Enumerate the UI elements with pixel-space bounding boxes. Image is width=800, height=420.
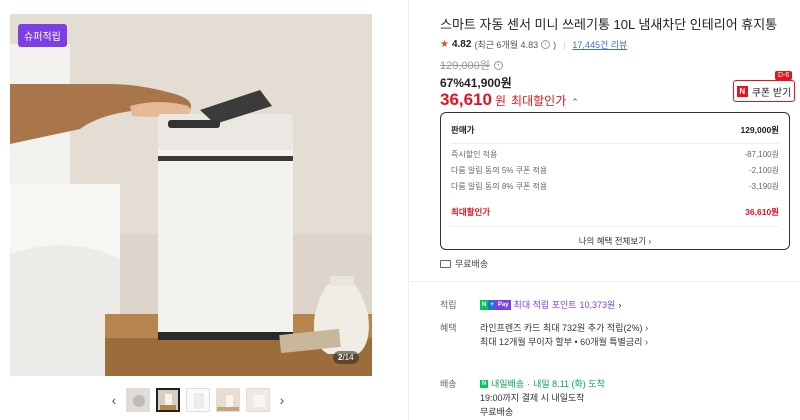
naver-n-icon: N [480, 379, 488, 388]
thumbnail-1[interactable] [126, 388, 150, 412]
free-shipping-label: 무료배송 [455, 259, 489, 269]
original-price: 129,000원 [440, 60, 490, 72]
thumbnail-3-image [187, 389, 209, 411]
review-count-link[interactable]: 17,445건 리뷰 [572, 38, 627, 51]
best-price-label: 최대할인가 [511, 94, 567, 108]
best-price-summary-label: 최대할인가 [451, 207, 491, 217]
info-icon[interactable]: i [541, 40, 551, 49]
best-price: 36,610 [440, 90, 492, 109]
best-price-summary-value: 36,610원 [745, 207, 779, 217]
delivery-fee: 무료배송 [480, 407, 514, 417]
super-point-badge: 슈퍼적립 [18, 24, 67, 47]
points-text: 최대 적립 포인트 [513, 300, 577, 310]
card-benefit-text: 라인프렌즈 카드 최대 732원 추가 적립(2%) [480, 323, 643, 333]
delivery-arrival: 내일 8.11 (화) 도착 [533, 379, 605, 389]
installment-benefit-line[interactable]: 최대 12개월 무이자 할부 • 60개월 특별금리 › [480, 335, 648, 348]
discount-price: 41,900원 [464, 76, 512, 90]
product-photo [10, 14, 372, 376]
truck-icon [440, 259, 451, 268]
thumbnail-4-image [217, 389, 239, 411]
thumbnail-5-image [247, 389, 269, 411]
discount-line-value: -2,100원 [748, 165, 779, 175]
discount-line-value: -3,190원 [748, 181, 779, 191]
section-divider [410, 281, 800, 282]
thumbnail-2-image [158, 390, 178, 410]
delivery-cutoff: 19:00까지 결제 시 내일도착 [480, 393, 585, 403]
points-row[interactable]: N + Pay 최대 적립 포인트 10,373원 › [480, 298, 621, 311]
pay-icon: Pay [495, 299, 511, 310]
rating-score: 4.82 [451, 39, 472, 50]
star-icon: ★ [440, 39, 449, 50]
discount-line-value: -87,100원 [744, 149, 780, 159]
separator: | [563, 39, 566, 50]
product-main-image[interactable] [10, 14, 372, 376]
naver-pay-badge-icon: N + Pay [480, 299, 511, 310]
points-label: 적립 [440, 300, 457, 310]
coupon-label: 쿠폰 받기 [751, 87, 792, 99]
card-benefit-line[interactable]: 라인프렌즈 카드 최대 732원 추가 적립(2%) › [480, 321, 648, 334]
chevron-up-icon: ⌃ [571, 97, 579, 107]
coupon-button[interactable]: N 쿠폰 받기 [733, 80, 795, 102]
chevron-right-icon: › [644, 337, 649, 348]
rating-detail: (최근 6개월 4.83 [474, 40, 539, 50]
sale-price-value: 129,000원 [740, 125, 779, 135]
thumbnail-5[interactable] [246, 388, 270, 412]
points-amount: 10,373원 [579, 300, 616, 310]
delivery-type: 내일배송 [491, 379, 525, 389]
chevron-right-icon: › [648, 236, 652, 246]
thumbnail-1-image [127, 389, 149, 411]
discount-percent: 67% [440, 76, 465, 90]
chevron-right-icon: › [644, 323, 649, 334]
discount-line-label: 다룸 알림 동의 8% 쿠폰 적용 [451, 181, 548, 191]
delivery-type-row: N 내일배송 · 내일 8.11 (화) 도착 [480, 377, 605, 390]
best-price-unit: 원 [495, 94, 507, 108]
thumbnail-4[interactable] [216, 388, 240, 412]
page-total: /14 [342, 353, 354, 362]
thumb-next-arrow[interactable]: › [276, 392, 288, 408]
discount-line-3: 다룸 알림 동의 8% 쿠폰 적용 -3,190원 [451, 178, 779, 194]
sale-price-label: 판매가 [451, 125, 475, 135]
thumbnail-strip: ‹ › [108, 385, 288, 415]
discount-line-1: 즉시할인 적용 -87,100원 [451, 146, 779, 162]
dday-badge: D-6 [775, 71, 793, 80]
plus-icon: + [488, 299, 496, 310]
divider [451, 226, 779, 227]
sale-price-row: 판매가 129,000원 [451, 121, 779, 139]
product-title: 스마트 자동 센서 미니 쓰레기통 10L 냄새차단 인테리어 휴지통 [440, 17, 778, 32]
divider [451, 143, 779, 144]
view-all-benefits-label: 나의 혜택 전체보기 [578, 236, 647, 246]
installment-benefit-text: 최대 12개월 무이자 할부 • 60개월 특별금리 [480, 337, 643, 347]
best-price-row[interactable]: 36,610 원 최대할인가 ⌃ [440, 90, 579, 110]
original-price-row: 129,000원 i [440, 57, 503, 73]
price-info-icon[interactable]: i [493, 60, 503, 70]
rating-detail-close: ) [553, 39, 557, 50]
delivery-label: 배송 [440, 379, 457, 389]
free-shipping-row: 무료배송 [440, 257, 488, 270]
column-divider [408, 0, 409, 420]
best-price-summary-row: 최대할인가 36,610원 [451, 204, 779, 220]
thumbnail-2[interactable] [156, 388, 180, 412]
discount-line-label: 즉시할인 적용 [451, 149, 498, 159]
discount-line-2: 다룸 알림 동의 5% 쿠폰 적용 -2,100원 [451, 162, 779, 178]
price-breakdown-box: 판매가 129,000원 즉시할인 적용 -87,100원 다룸 알림 동의 5… [440, 112, 790, 250]
discount-row: 67%41,900원 [440, 74, 512, 91]
view-all-benefits-link[interactable]: 나의 혜택 전체보기 › [451, 235, 779, 247]
thumbnail-3[interactable] [186, 388, 210, 412]
benefits-label: 혜택 [440, 323, 457, 333]
delivery-separator: · [527, 378, 531, 389]
chevron-right-icon: › [618, 299, 622, 310]
thumb-prev-arrow[interactable]: ‹ [108, 392, 120, 408]
image-page-indicator: 2/14 [333, 351, 359, 364]
rating-row: ★ 4.82 (최근 6개월 4.83 i ) | 17,445건 리뷰 [440, 38, 627, 51]
naver-n-icon: N [736, 85, 748, 97]
discount-line-label: 다룸 알림 동의 5% 쿠폰 적용 [451, 165, 548, 175]
naver-n-icon: N [480, 299, 489, 310]
